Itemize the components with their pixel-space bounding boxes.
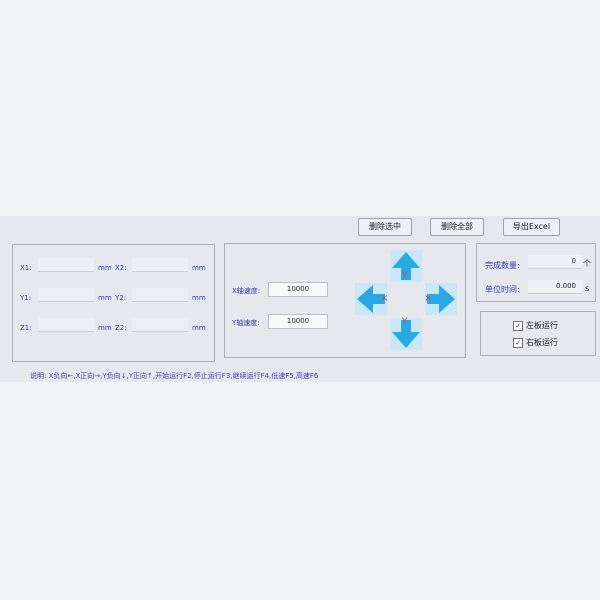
y2-label: Y2: [115,294,127,302]
x2-unit: mm [192,264,206,272]
y2-unit: mm [192,294,206,302]
z2-label: Z2: [115,324,127,332]
z1-field[interactable] [38,318,94,332]
x1-field[interactable] [38,258,94,272]
x-positive-mark: × [424,293,433,304]
delete-all-button[interactable]: 删除全部 [430,218,484,236]
checkmark-icon: ✓ [513,337,523,348]
x-negative-mark: × [380,293,389,304]
z2-unit: mm [192,324,206,332]
run-panel [480,311,596,356]
left-board-checkbox[interactable]: ✓ 左板运行 [513,320,558,331]
delete-selected-button[interactable]: 删除选中 [358,218,412,236]
y-speed-label: Y轴速度: [232,319,260,327]
x1-label: X1: [20,264,32,272]
y1-field[interactable] [38,288,94,302]
z1-label: Z1: [20,324,32,332]
right-board-label: 右板运行 [526,338,558,347]
left-board-label: 左板运行 [526,321,558,330]
y1-label: Y1: [20,294,32,302]
unit-time-value: 0.000 [528,280,582,294]
right-board-checkbox[interactable]: ✓ 右板运行 [513,337,558,348]
x1-unit: mm [98,264,112,272]
instructions-text: 说明: X负向←,X正向→,Y负向↓,Y正向↑,开始运行F2,停止运行F3,继续… [30,372,319,380]
unit-time-label: 单位时间: [485,285,520,294]
x-speed-input[interactable]: 10000 [268,282,328,297]
unit-time-unit: s [585,284,590,293]
x2-field[interactable] [132,258,188,272]
y1-unit: mm [98,294,112,302]
count-value: 0 [528,255,582,269]
count-label: 完成数量: [485,261,520,270]
y-negative-letter: Y [402,317,408,327]
z1-unit: mm [98,324,112,332]
y-positive-letter: Y [402,271,408,281]
x2-label: X2: [115,264,127,272]
export-excel-button[interactable]: 导出Excel [503,218,560,236]
checkmark-icon: ✓ [513,320,523,331]
y2-field[interactable] [132,288,188,302]
count-unit: 个 [583,259,591,268]
x-speed-label: X轴速度: [232,287,261,295]
z2-field[interactable] [132,318,188,332]
y-speed-input[interactable]: 10000 [268,314,328,329]
